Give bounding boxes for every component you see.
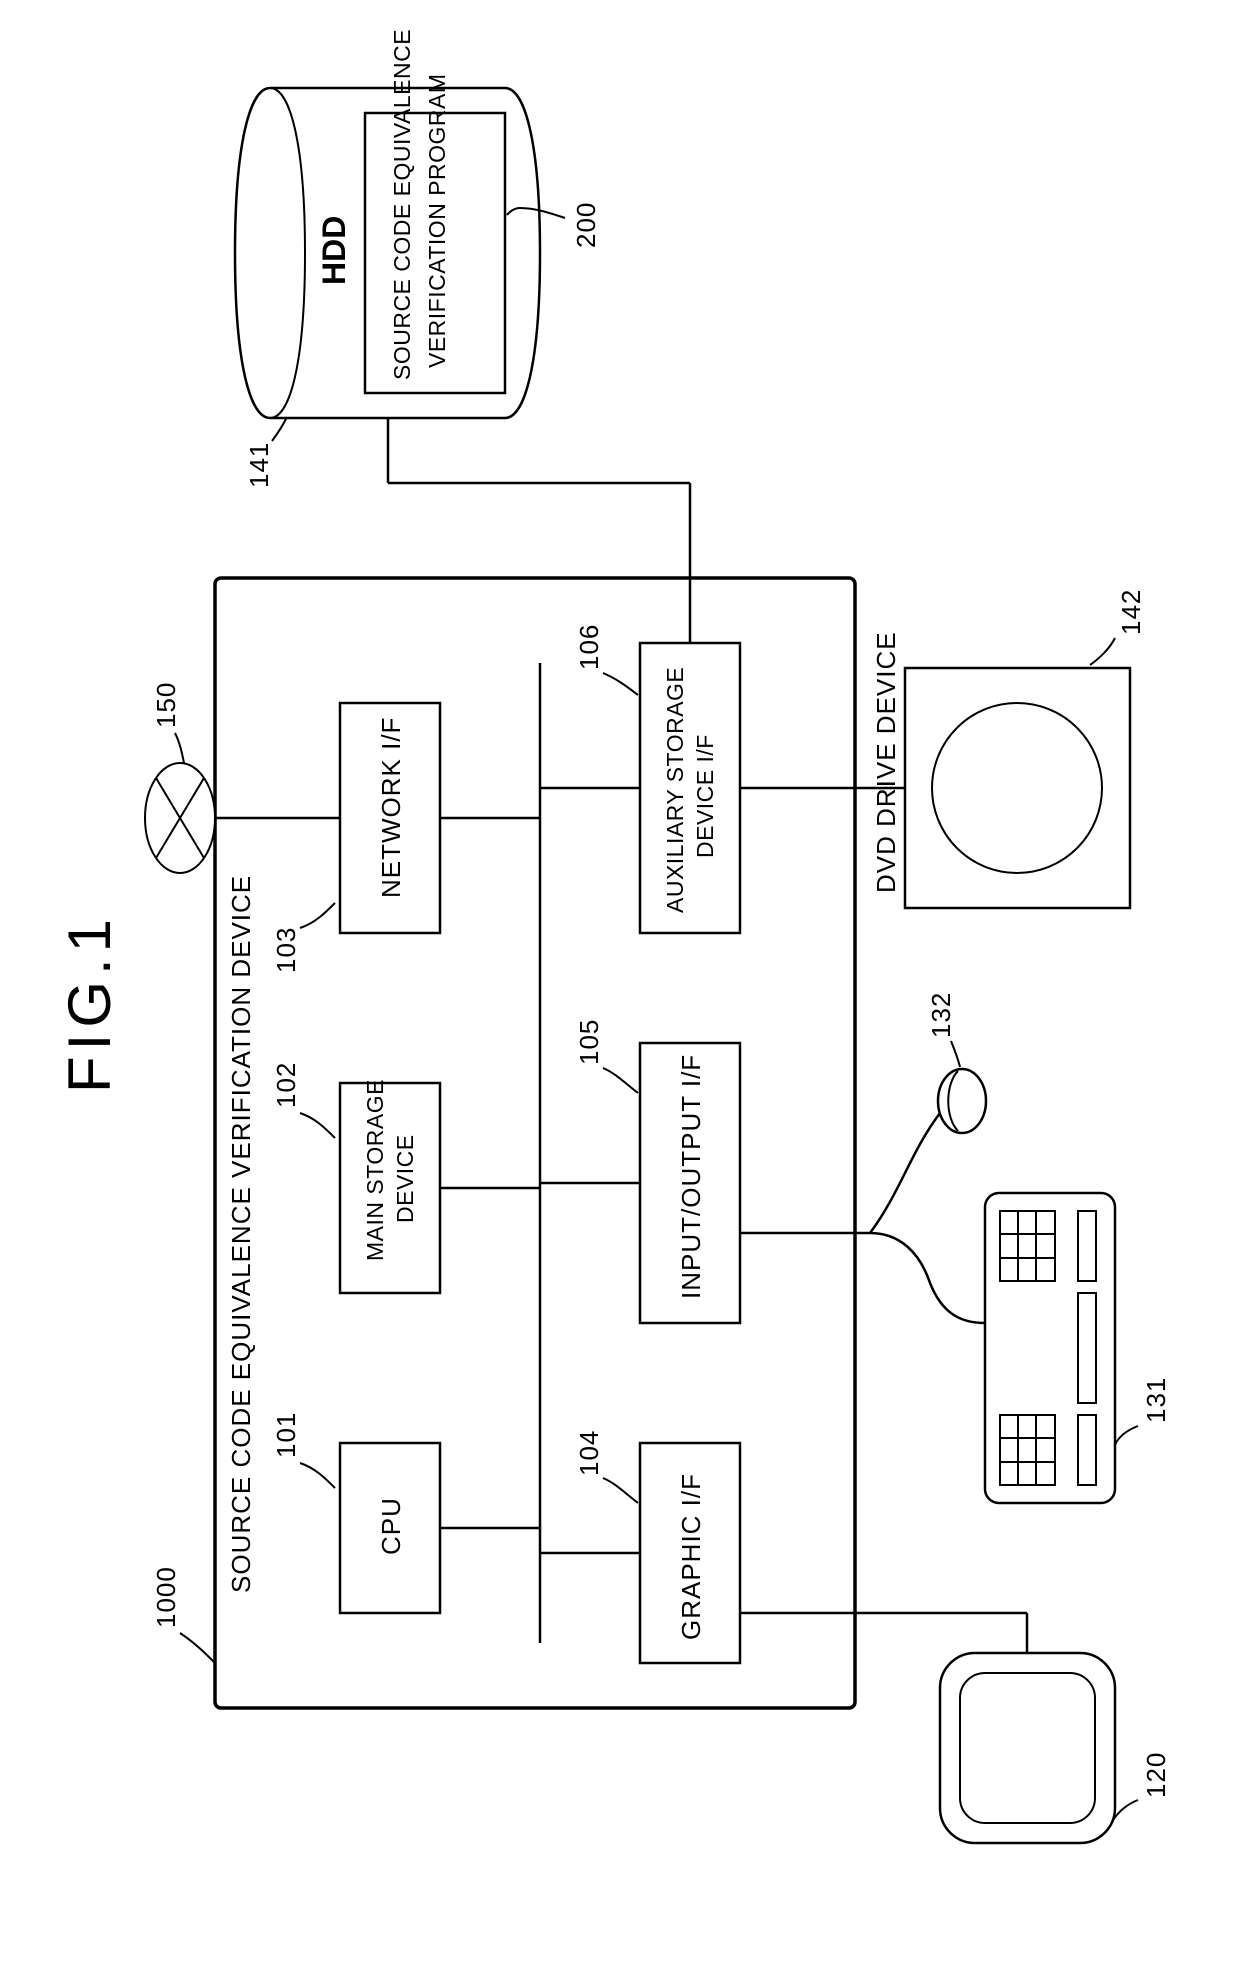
ref-132: 132 [926,992,956,1038]
ref-101: 101 [271,1412,301,1458]
leader-120 [1113,1800,1138,1820]
hdd-prog-l1: SOURCE CODE EQUIVALENCE [389,29,415,380]
leader-142 [1090,638,1115,665]
aux-storage-l1: AUXILIARY STORAGE [662,667,688,913]
hdd-label: HDD [316,216,352,285]
ref-105: 105 [574,1019,604,1065]
network-node-icon [145,763,215,873]
ref-106: 106 [574,624,604,670]
ref-200: 200 [571,202,601,248]
leader-141 [272,417,287,441]
aux-storage-box [640,643,740,933]
ref-141: 141 [244,442,274,488]
device-label: SOURCE CODE EQUIVALENCE VERIFICATION DEV… [226,875,256,1593]
ref-150: 150 [151,682,181,728]
ref-102: 102 [271,1062,301,1108]
graphic-if-label: GRAPHIC I/F [676,1473,706,1640]
diagram-root: FIG.1 SOURCE CODE EQUIVALENCE VERIFICATI… [0,0,1240,1963]
ref-1000: 1000 [151,1566,181,1628]
leader-132 [951,1041,960,1067]
figure-title: FIG.1 [56,913,123,1093]
aux-storage-l2: DEVICE I/F [692,734,718,858]
main-storage-l1: MAIN STORAGE [362,1079,388,1261]
main-storage-l2: DEVICE [392,1134,418,1223]
monitor-icon [940,1653,1115,1843]
ref-104: 104 [574,1430,604,1476]
leader-131 [1115,1426,1138,1445]
mouse-icon [938,1069,986,1133]
link-mouse [870,1113,940,1233]
dvd-drive-icon [905,668,1130,908]
keyboard-icon [985,1193,1115,1503]
main-storage-box [340,1083,440,1293]
dvd-label: DVD DRIVE DEVICE [871,631,901,893]
ref-103: 103 [271,927,301,973]
cpu-label: CPU [376,1497,406,1555]
ref-131: 131 [1141,1377,1171,1423]
hdd-prog-l2: VERIFICATION PROGRAM [424,73,450,368]
io-if-label: INPUT/OUTPUT I/F [676,1054,706,1299]
network-if-label: NETWORK I/F [376,717,406,898]
leader-150 [175,733,184,763]
ref-142: 142 [1116,589,1146,635]
ref-120: 120 [1141,1752,1171,1798]
leader-1000 [180,1633,215,1663]
device-box [215,578,855,1708]
